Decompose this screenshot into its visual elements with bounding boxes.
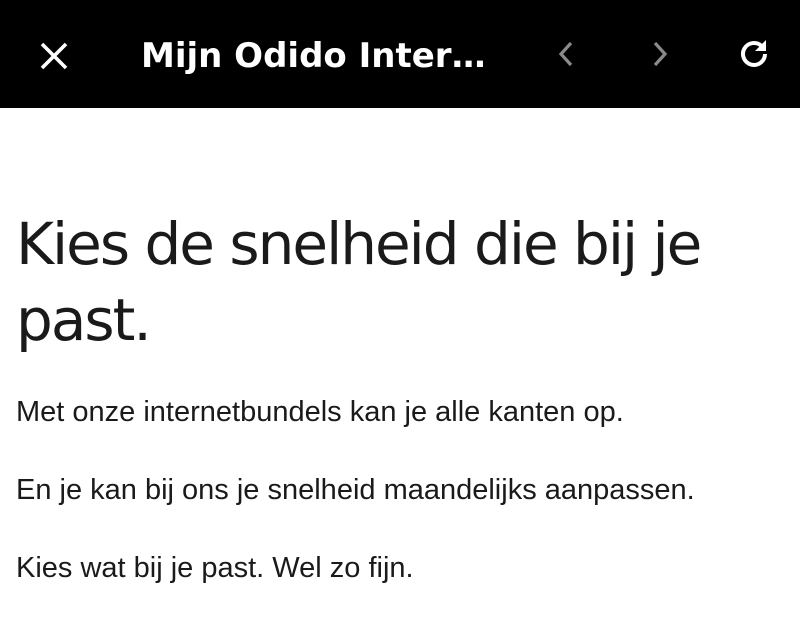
paragraph-bundles: Met onze internetbundels kan je alle kan… (16, 396, 624, 428)
forward-button[interactable] (634, 28, 686, 80)
chevron-left-icon (558, 41, 573, 67)
page-title: Mijn Odido Interne... (141, 36, 501, 76)
back-button[interactable] (540, 28, 592, 80)
close-icon (40, 42, 68, 70)
browser-toolbar: Mijn Odido Interne... (0, 0, 800, 108)
headline: Kies de snelheid die bij je past. (16, 210, 702, 354)
reload-button[interactable] (726, 26, 782, 82)
close-button[interactable] (26, 28, 82, 84)
reload-icon (741, 40, 767, 67)
chevron-right-icon (653, 41, 668, 67)
main-content: Kies de snelheid die bij je past. Met on… (16, 206, 791, 584)
paragraph-speed: En je kan bij ons je snelheid maandelijk… (16, 474, 695, 506)
paragraph-choose: Kies wat bij je past. Wel zo fijn. (16, 552, 414, 584)
